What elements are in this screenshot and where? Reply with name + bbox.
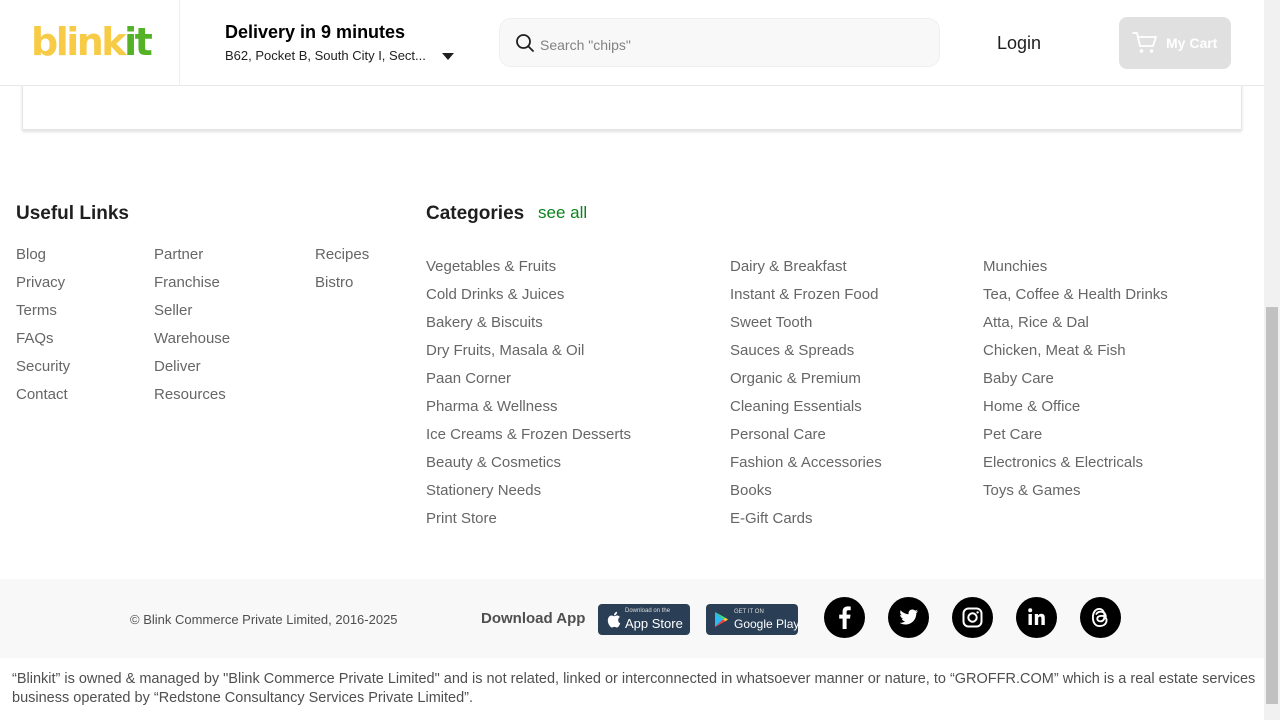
category-link[interactable]: Electronics & Electricals: [983, 454, 1143, 471]
category-link[interactable]: Dry Fruits, Masala & Oil: [426, 342, 584, 359]
category-link[interactable]: Atta, Rice & Dal: [983, 314, 1089, 331]
footer-link-faqs[interactable]: FAQs: [16, 330, 54, 347]
disclaimer-text: “Blinkit” is owned & managed by "Blink C…: [12, 671, 1256, 706]
google-play-small-text: GET IT ON: [734, 609, 764, 615]
search-icon: [516, 34, 534, 52]
category-link[interactable]: Stationery Needs: [426, 482, 541, 499]
delivery-time-title: Delivery in 9 minutes: [225, 22, 406, 42]
copyright-text: © Blink Commerce Private Limited, 2016-2…: [130, 612, 398, 627]
footer-link-seller[interactable]: Seller: [154, 302, 192, 319]
my-cart-button[interactable]: My Cart: [1119, 17, 1231, 69]
footer-link-bistro[interactable]: Bistro: [315, 274, 353, 291]
category-link[interactable]: Organic & Premium: [730, 370, 861, 387]
footer-link-blog[interactable]: Blog: [16, 246, 46, 263]
category-link[interactable]: Bakery & Biscuits: [426, 314, 543, 331]
see-all-link[interactable]: see all: [538, 203, 587, 223]
logo-text-blink: blink: [31, 20, 127, 64]
cart-icon: [1132, 32, 1157, 53]
category-link[interactable]: Baby Care: [983, 370, 1054, 387]
category-link[interactable]: Pet Care: [983, 426, 1042, 443]
category-link[interactable]: Paan Corner: [426, 370, 511, 387]
app-store-big-text: App Store: [625, 616, 683, 631]
category-link[interactable]: Ice Creams & Frozen Desserts: [426, 426, 631, 443]
category-link[interactable]: Tea, Coffee & Health Drinks: [983, 286, 1168, 303]
footer-link-recipes[interactable]: Recipes: [315, 246, 369, 263]
app-store-small-text: Download on the: [625, 608, 671, 614]
footer-link-contact[interactable]: Contact: [16, 386, 68, 403]
google-play-icon: [715, 612, 728, 627]
scrollbar-thumb[interactable]: [1266, 307, 1278, 704]
footer-link-security[interactable]: Security: [16, 358, 70, 375]
search-input[interactable]: [540, 33, 920, 57]
apple-icon: [607, 611, 621, 628]
category-link[interactable]: Cold Drinks & Juices: [426, 286, 564, 303]
download-app-label: Download App: [481, 610, 586, 627]
threads-icon[interactable]: [1080, 597, 1121, 638]
category-link[interactable]: Personal Care: [730, 426, 826, 443]
top-header: blinkit Delivery in 9 minutes B62, Pocke…: [0, 0, 1264, 86]
categories-title: Categories: [426, 203, 525, 224]
category-link[interactable]: Sweet Tooth: [730, 314, 812, 331]
footer-link-franchise[interactable]: Franchise: [154, 274, 220, 291]
google-play-badge[interactable]: GET IT ON Google Play: [706, 604, 800, 635]
category-link[interactable]: Pharma & Wellness: [426, 398, 557, 415]
category-link[interactable]: Chicken, Meat & Fish: [983, 342, 1126, 359]
footer-link-terms[interactable]: Terms: [16, 302, 57, 319]
app-store-badge[interactable]: Download on the App Store: [598, 604, 690, 635]
useful-links-title: Useful Links: [16, 203, 129, 224]
delivery-address[interactable]: B62, Pocket B, South City I, Sect...: [225, 48, 435, 63]
logo-text-it: it: [124, 20, 153, 64]
search-bar[interactable]: [499, 18, 940, 67]
footer-link-partner[interactable]: Partner: [154, 246, 203, 263]
category-link[interactable]: Books: [730, 482, 772, 499]
google-play-big-text: Google Play: [734, 617, 800, 631]
category-link[interactable]: Cleaning Essentials: [730, 398, 862, 415]
caret-down-icon[interactable]: [442, 53, 454, 60]
footer-link-deliver[interactable]: Deliver: [154, 358, 201, 375]
footer-link-resources[interactable]: Resources: [154, 386, 226, 403]
linkedin-icon[interactable]: [1016, 597, 1057, 638]
category-link[interactable]: Munchies: [983, 258, 1047, 275]
facebook-icon[interactable]: [824, 597, 865, 638]
category-link[interactable]: Sauces & Spreads: [730, 342, 854, 359]
category-link[interactable]: Print Store: [426, 510, 497, 527]
category-link[interactable]: E-Gift Cards: [730, 510, 813, 527]
category-link[interactable]: Instant & Frozen Food: [730, 286, 878, 303]
login-button[interactable]: Login: [997, 33, 1041, 54]
category-link[interactable]: Fashion & Accessories: [730, 454, 882, 471]
logo-container[interactable]: blinkit: [0, 0, 180, 86]
cart-label: My Cart: [1166, 35, 1218, 51]
footer-link-warehouse[interactable]: Warehouse: [154, 330, 230, 347]
footer-link-privacy[interactable]: Privacy: [16, 274, 65, 291]
page-scrollbar[interactable]: [1264, 0, 1280, 720]
category-link[interactable]: Home & Office: [983, 398, 1080, 415]
category-link[interactable]: Beauty & Cosmetics: [426, 454, 561, 471]
category-link[interactable]: Dairy & Breakfast: [730, 258, 847, 275]
twitter-icon[interactable]: [888, 597, 929, 638]
blinkit-logo[interactable]: blinkit: [31, 18, 153, 66]
category-link[interactable]: Vegetables & Fruits: [426, 258, 556, 275]
category-link[interactable]: Toys & Games: [983, 482, 1081, 499]
instagram-icon[interactable]: [952, 597, 993, 638]
